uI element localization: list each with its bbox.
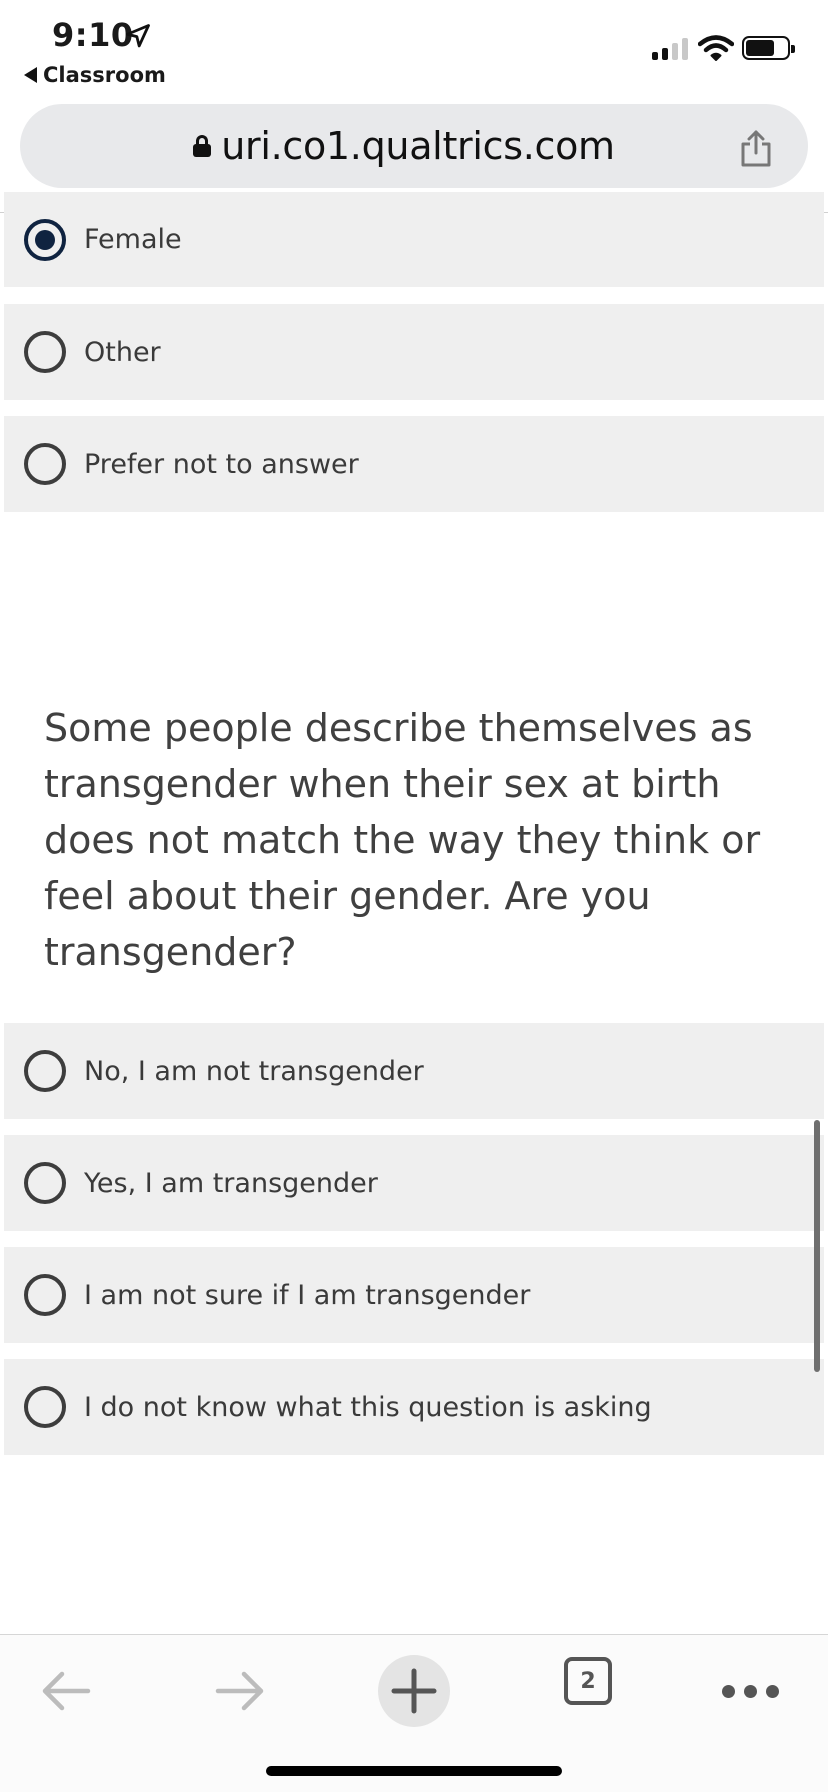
back-triangle-icon xyxy=(24,67,37,83)
url-text: uri.co1.qualtrics.com xyxy=(221,124,615,168)
more-dot xyxy=(765,1684,779,1698)
back-app-label: Classroom xyxy=(43,63,166,87)
home-indicator[interactable] xyxy=(266,1766,562,1776)
option-transgender[interactable]: Yes, I am transgender xyxy=(4,1135,824,1231)
new-tab-button[interactable] xyxy=(378,1655,450,1727)
lock-icon xyxy=(193,135,212,157)
option-label: Other xyxy=(84,336,161,368)
tab-count: 2 xyxy=(580,1668,596,1694)
more-button[interactable] xyxy=(714,1655,786,1727)
scrollbar[interactable] xyxy=(814,1120,820,1372)
cellular-signal-icon xyxy=(652,36,688,60)
question-text: Some people describe themselves as trans… xyxy=(44,706,761,974)
wifi-icon xyxy=(698,35,734,61)
back-to-app-link[interactable]: Classroom xyxy=(24,63,166,87)
option-not-sure[interactable]: I am not sure if I am transgender xyxy=(4,1247,824,1343)
more-dot xyxy=(743,1684,757,1698)
option-not-transgender[interactable]: No, I am not transgender xyxy=(4,1023,824,1119)
share-icon[interactable] xyxy=(738,128,774,168)
address-bar[interactable]: uri.co1.qualtrics.com xyxy=(20,104,808,188)
battery-icon xyxy=(742,36,795,60)
tabs-button[interactable]: 2 xyxy=(564,1657,612,1705)
option-label: No, I am not transgender xyxy=(84,1055,424,1087)
option-label: Yes, I am transgender xyxy=(84,1167,378,1199)
option-female[interactable]: Female xyxy=(4,192,824,287)
radio-icon[interactable] xyxy=(24,1162,66,1204)
radio-icon[interactable] xyxy=(24,1274,66,1316)
option-label: I am not sure if I am transgender xyxy=(84,1279,531,1311)
radio-icon[interactable] xyxy=(24,1050,66,1092)
option-other[interactable]: Other xyxy=(4,304,824,400)
option-label: Prefer not to answer xyxy=(84,448,359,480)
option-label: Female xyxy=(84,224,182,255)
more-dot xyxy=(721,1684,735,1698)
forward-button[interactable] xyxy=(204,1655,276,1727)
radio-icon[interactable] xyxy=(24,331,66,373)
plus-icon xyxy=(391,1668,437,1714)
status-bar: 9:10 Classroom xyxy=(0,0,828,96)
radio-icon[interactable] xyxy=(24,1386,66,1428)
radio-icon[interactable] xyxy=(24,443,66,485)
radio-selected-icon[interactable] xyxy=(24,218,66,261)
forward-arrow-icon xyxy=(215,1671,264,1711)
option-dont-know[interactable]: I do not know what this question is aski… xyxy=(4,1359,824,1455)
option-prefer-not-to-answer[interactable]: Prefer not to answer xyxy=(4,416,824,512)
status-time: 9:10 xyxy=(52,16,134,54)
back-button[interactable] xyxy=(30,1655,102,1727)
location-arrow-icon xyxy=(126,24,150,48)
option-label: I do not know what this question is aski… xyxy=(84,1391,652,1423)
back-arrow-icon xyxy=(42,1671,91,1711)
